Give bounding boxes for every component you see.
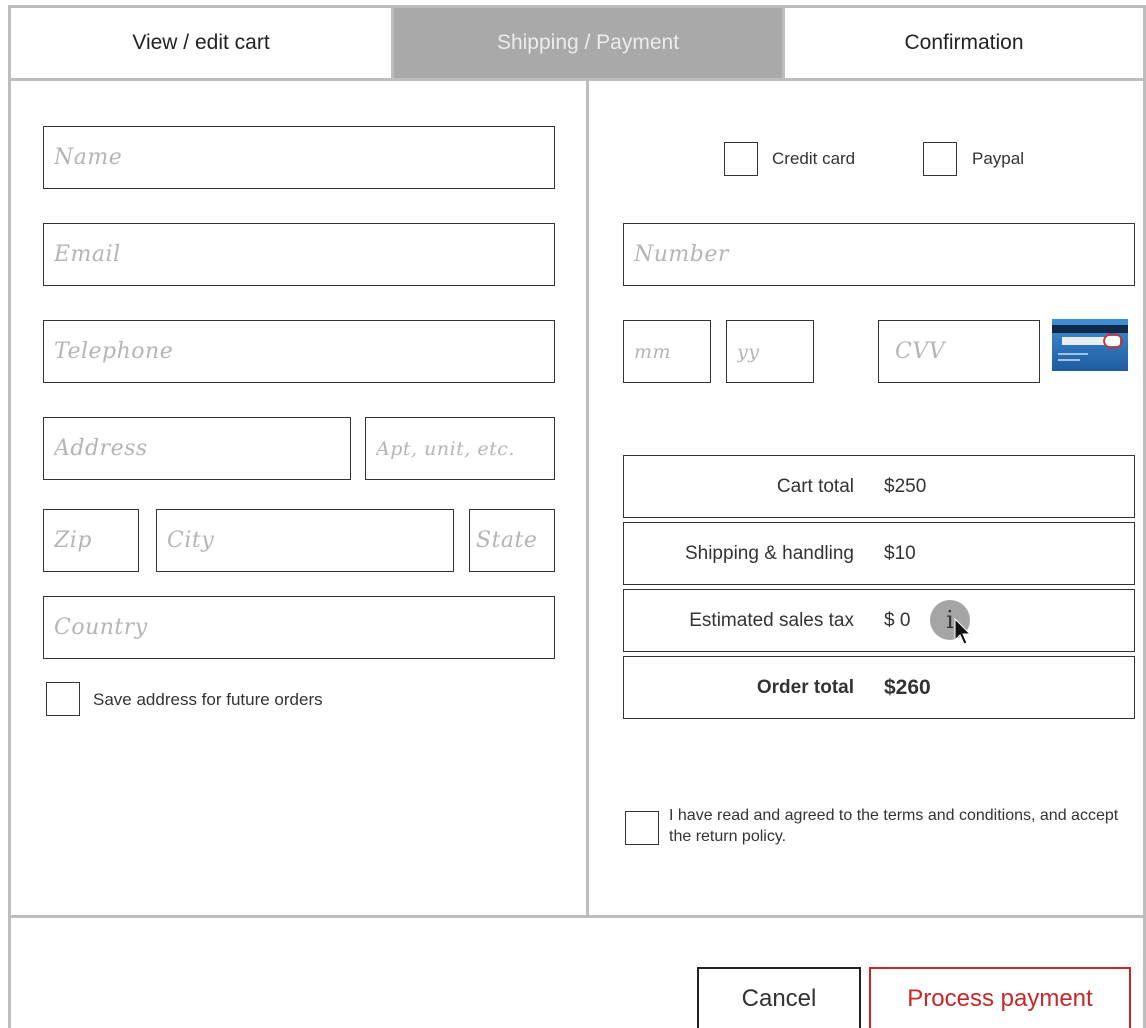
save-address-label: Save address for future orders (93, 690, 323, 709)
tab-shipping-payment[interactable]: Shipping / Payment (394, 8, 782, 78)
city-field[interactable] (156, 509, 454, 572)
order-total-label: Order total (756, 676, 854, 698)
state-input[interactable] (476, 528, 554, 553)
apt-field[interactable] (365, 417, 555, 480)
name-field[interactable] (43, 126, 555, 189)
address-field[interactable] (43, 417, 351, 480)
cvv-field[interactable] (878, 320, 1040, 383)
checkout-frame: View / edit cart Shipping / Payment Conf… (8, 5, 1146, 1028)
apt-input[interactable] (376, 437, 554, 460)
shipping-label: Shipping & handling (684, 542, 854, 564)
column-divider (586, 81, 589, 918)
credit-card-checkbox[interactable] (724, 142, 758, 176)
expiry-year-input[interactable] (737, 340, 813, 363)
paypal-label: Paypal (972, 149, 1024, 168)
email-field[interactable] (43, 223, 555, 286)
card-number-input[interactable] (634, 242, 1134, 267)
country-input[interactable] (54, 615, 554, 640)
order-total-value: $260 (884, 675, 931, 699)
expiry-year-field[interactable] (726, 320, 814, 383)
tax-row: Estimated sales tax $ 0 (623, 589, 1135, 652)
shipping-value: $10 (884, 542, 916, 564)
terms-label: I have read and agreed to the terms and … (669, 807, 1119, 845)
credit-card-back-icon (1052, 319, 1128, 371)
paypal-checkbox[interactable] (923, 142, 957, 176)
tab-view-edit-cart[interactable]: View / edit cart (11, 8, 394, 78)
cart-total-row: Cart total $250 (623, 455, 1135, 518)
tab-confirmation[interactable]: Confirmation (782, 8, 1143, 78)
cancel-button[interactable]: Cancel (697, 967, 861, 1028)
email-input[interactable] (54, 242, 554, 267)
process-payment-button[interactable]: Process payment (869, 967, 1131, 1028)
card-number-field[interactable] (623, 223, 1135, 286)
cart-total-label: Cart total (776, 475, 854, 497)
zip-field[interactable] (43, 509, 139, 572)
state-field[interactable] (469, 509, 555, 572)
mouse-cursor-icon (954, 618, 972, 645)
credit-card-label: Credit card (772, 149, 856, 168)
zip-input[interactable] (54, 528, 138, 553)
expiry-month-field[interactable] (623, 320, 711, 383)
cvv-input[interactable] (895, 339, 1039, 364)
shipping-row: Shipping & handling $10 (623, 522, 1135, 585)
checkout-tabs: View / edit cart Shipping / Payment Conf… (11, 8, 1143, 81)
terms-checkbox[interactable] (625, 811, 659, 845)
telephone-input[interactable] (54, 339, 554, 364)
city-input[interactable] (167, 528, 453, 553)
address-input[interactable] (54, 436, 350, 461)
country-field[interactable] (43, 596, 555, 659)
name-input[interactable] (54, 145, 554, 170)
tax-label: Estimated sales tax (689, 609, 854, 631)
expiry-month-input[interactable] (634, 340, 710, 363)
footer-divider (11, 915, 1143, 918)
telephone-field[interactable] (43, 320, 555, 383)
save-address-checkbox[interactable] (46, 682, 80, 716)
cart-total-value: $250 (884, 475, 927, 497)
order-total-row: Order total $260 (623, 656, 1135, 719)
tax-value: $ 0 (884, 609, 911, 631)
